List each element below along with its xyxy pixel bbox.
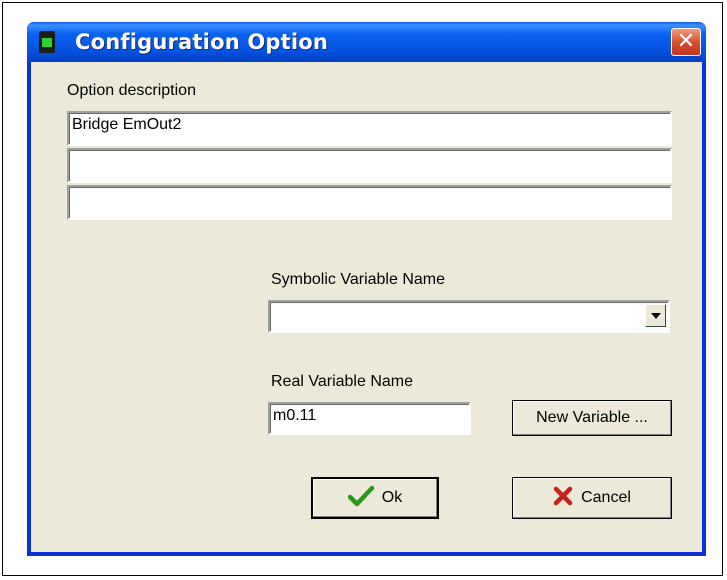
ok-button[interactable]: Ok xyxy=(311,477,439,519)
description-line-3[interactable] xyxy=(67,185,672,220)
option-description-label: Option description xyxy=(67,82,196,99)
new-variable-label: New Variable ... xyxy=(536,409,648,426)
green-checkmark-icon xyxy=(347,485,375,512)
symbolic-variable-dropdown[interactable] xyxy=(268,300,670,333)
symbolic-variable-label: Symbolic Variable Name xyxy=(271,271,445,288)
real-variable-label: Real Variable Name xyxy=(271,373,413,390)
description-line-2[interactable] xyxy=(67,148,672,183)
window-title: Configuration Option xyxy=(75,30,329,54)
close-button[interactable]: ✕ xyxy=(671,28,701,56)
cancel-label: Cancel xyxy=(581,489,631,506)
app-icon xyxy=(39,31,55,53)
title-bar[interactable]: Configuration Option ✕ xyxy=(27,22,706,62)
cancel-button[interactable]: Cancel xyxy=(512,477,672,519)
chevron-down-icon[interactable] xyxy=(645,304,666,327)
red-x-icon xyxy=(553,486,573,511)
ok-label: Ok xyxy=(381,489,403,506)
configuration-dialog: Configuration Option ✕ Option descriptio… xyxy=(27,22,706,556)
new-variable-button[interactable]: New Variable ... xyxy=(512,400,672,436)
real-variable-input[interactable]: m0.11 xyxy=(268,402,471,435)
description-line-1[interactable]: Bridge EmOut2 xyxy=(67,111,672,146)
